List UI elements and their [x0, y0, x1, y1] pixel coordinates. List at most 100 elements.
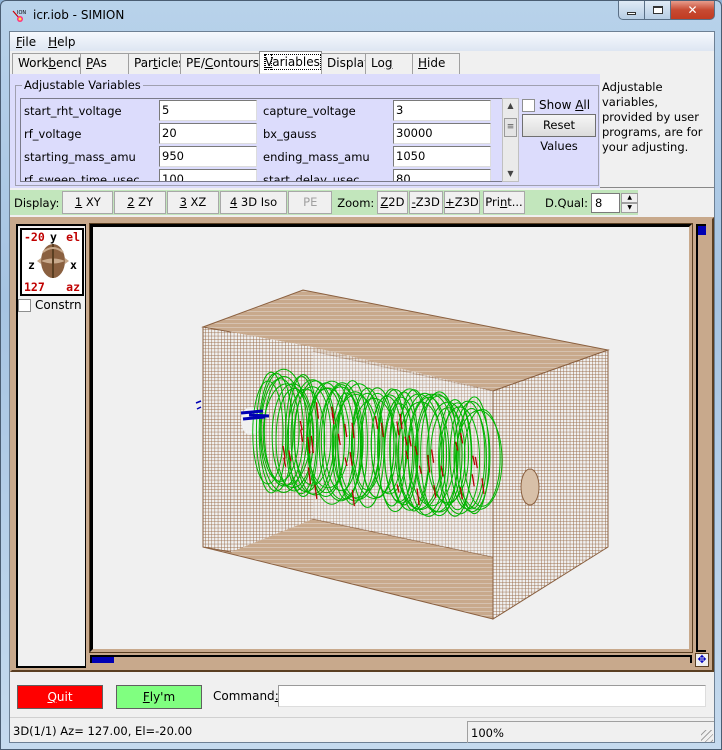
3d-view-canvas[interactable] [89, 223, 693, 653]
menu-file[interactable]: File [10, 35, 42, 49]
close-button[interactable]: ✕ [671, 1, 715, 20]
horizontal-scroll-thumb[interactable] [92, 657, 114, 663]
tab-strip: Workbench PAs Particles PE/Contours Vari… [12, 51, 460, 74]
menu-help[interactable]: Help [42, 35, 81, 49]
menu-file-label: ile [22, 34, 37, 49]
electrode-right-face [492, 349, 609, 620]
tab-variables[interactable]: Variables [259, 51, 322, 73]
show-all-label: Show All [539, 98, 591, 112]
dqual-spinner[interactable]: ▲ ▼ [621, 192, 638, 213]
resize-grip-icon[interactable] [701, 730, 713, 742]
variable-row: starting_mass_amu 950 ending_mass_amu 10… [21, 145, 511, 168]
tab-label: Variables [264, 54, 321, 70]
status-view-info: 3D(1/1) Az= 127.00, El=-20.00 [13, 724, 193, 738]
view-zy-button[interactable]: 2 ZY [114, 191, 167, 214]
help-text: Adjustable variables, provided by user p… [602, 80, 703, 154]
axis-x-label: x [70, 258, 77, 272]
variable-value-input[interactable]: 20 [159, 123, 257, 144]
checkbox-box[interactable] [522, 98, 535, 112]
spin-down-icon[interactable]: ▼ [621, 202, 638, 213]
variable-row: start_rht_voltage 5 capture_voltage 3 [21, 99, 511, 122]
constrain-checkbox[interactable]: Constrn [18, 298, 82, 312]
tab-particles[interactable]: Particles [128, 53, 185, 74]
variable-value-input[interactable]: 30000 [393, 123, 491, 144]
print-button[interactable]: Print... [482, 191, 526, 214]
view-side-panel: -20 y el z x 127 az Constrn [16, 224, 86, 668]
menu-bar: File Help [10, 32, 714, 51]
checkbox-box[interactable] [18, 298, 31, 312]
variable-value-input[interactable]: 80 [393, 169, 491, 181]
close-icon: ✕ [687, 3, 698, 17]
flym-button[interactable]: Fly'm [116, 685, 202, 709]
tab-label: Workbench [18, 56, 86, 70]
variables-panel: Adjustable Variables start_rht_voltage 5… [10, 74, 600, 188]
variable-name: rf_sweep_time_usec [24, 172, 140, 182]
variable-value-input[interactable]: 100 [159, 169, 257, 181]
quit-button[interactable]: Quit [17, 685, 103, 709]
variable-value-input[interactable]: 5 [159, 100, 257, 121]
zoom-label: Zoom: [337, 195, 375, 210]
scroll-up-icon[interactable]: ▲ [503, 99, 518, 113]
title-bar[interactable]: ION icr.iob - SIMION ✕ [1, 1, 721, 31]
menu-help-label: elp [57, 34, 76, 49]
view-pe-button[interactable]: PE [288, 191, 333, 214]
window-frame: ION icr.iob - SIMION ✕ File Help Workben… [0, 0, 722, 750]
tab-workbench[interactable]: Workbench [12, 53, 85, 74]
display-toolbar: Display: 1 XY 2 ZY 3 XZ 4 3D Iso PE Zoom… [10, 190, 638, 215]
dqual-input[interactable]: 8 [590, 192, 621, 213]
maximize-button[interactable] [645, 1, 671, 20]
exit-hole [520, 468, 540, 506]
variable-name: start_rht_voltage [24, 103, 122, 118]
simulation-view [195, 289, 610, 620]
tab-label: Hide [418, 56, 446, 70]
variable-value-input[interactable]: 950 [159, 146, 257, 167]
zoom-2d-button[interactable]: Z2D [377, 191, 408, 214]
command-input[interactable] [278, 685, 706, 707]
view-3d-iso-button[interactable]: 4 3D Iso [219, 191, 288, 214]
client-area: File Help Workbench PAs Particles PE/Con… [9, 31, 715, 743]
pan-move-icon[interactable]: ✥ [695, 653, 709, 667]
dqual-label: D.Qual: [545, 195, 588, 210]
tab-label: PE/Contours [186, 56, 260, 70]
vertical-scroll-thumb[interactable] [698, 226, 706, 235]
variables-grid: start_rht_voltage 5 capture_voltage 3 rf… [20, 98, 512, 182]
zoom-in-3d-button[interactable]: +Z3D [443, 191, 480, 214]
tab-label: PAs [86, 56, 107, 70]
zoom-out-3d-button[interactable]: -Z3D [408, 191, 443, 214]
horizontal-scrollbar[interactable] [90, 655, 692, 663]
tab-pe-contours[interactable]: PE/Contours [180, 53, 260, 74]
view-frame: -20 y el z x 127 az Constrn ✥ [10, 217, 714, 672]
status-bar: 3D(1/1) Az= 127.00, El=-20.00 100% [10, 717, 714, 743]
bottom-bar: Quit Fly'm Command: [10, 677, 714, 713]
tab-hide[interactable]: Hide [412, 53, 460, 74]
show-all-checkbox[interactable]: Show All [522, 98, 590, 112]
vertical-scrollbar[interactable] [696, 224, 706, 652]
constrain-label: Constrn [35, 298, 82, 312]
view-xy-button[interactable]: 1 XY [62, 191, 114, 214]
tab-pas[interactable]: PAs [80, 53, 129, 74]
tab-log[interactable]: Log [365, 53, 413, 74]
display-label: Display: [14, 195, 60, 210]
variable-name: starting_mass_amu [24, 149, 136, 164]
view-xz-button[interactable]: 3 XZ [167, 191, 219, 214]
orientation-widget[interactable]: -20 y el z x 127 az [20, 228, 84, 296]
variables-scrollbar[interactable]: ▲ ≡ ▼ [502, 98, 519, 182]
scroll-thumb[interactable]: ≡ [504, 118, 517, 137]
reset-values-button[interactable]: Reset Values [522, 114, 596, 153]
status-zoom-percent: 100% [467, 721, 714, 743]
variable-name: start_delay_usec [263, 172, 360, 182]
azimuth-label: az [66, 280, 80, 294]
variables-group-title: Adjustable Variables [22, 78, 143, 92]
orientation-globe-icon [37, 244, 69, 278]
simion-app-icon: ION [12, 10, 26, 22]
variable-value-input[interactable]: 1050 [393, 146, 491, 167]
spin-up-icon[interactable]: ▲ [621, 192, 638, 203]
variable-row: rf_sweep_time_usec 100 start_delay_usec … [21, 168, 511, 182]
minimize-button[interactable] [618, 1, 645, 20]
tab-label: Particles [134, 56, 185, 70]
scroll-down-icon[interactable]: ▼ [503, 167, 518, 181]
variable-value-input[interactable]: 3 [393, 100, 491, 121]
menu-help-accel: H [48, 34, 58, 49]
window-title: icr.iob - SIMION [33, 8, 125, 22]
tab-display[interactable]: Display [321, 53, 371, 74]
